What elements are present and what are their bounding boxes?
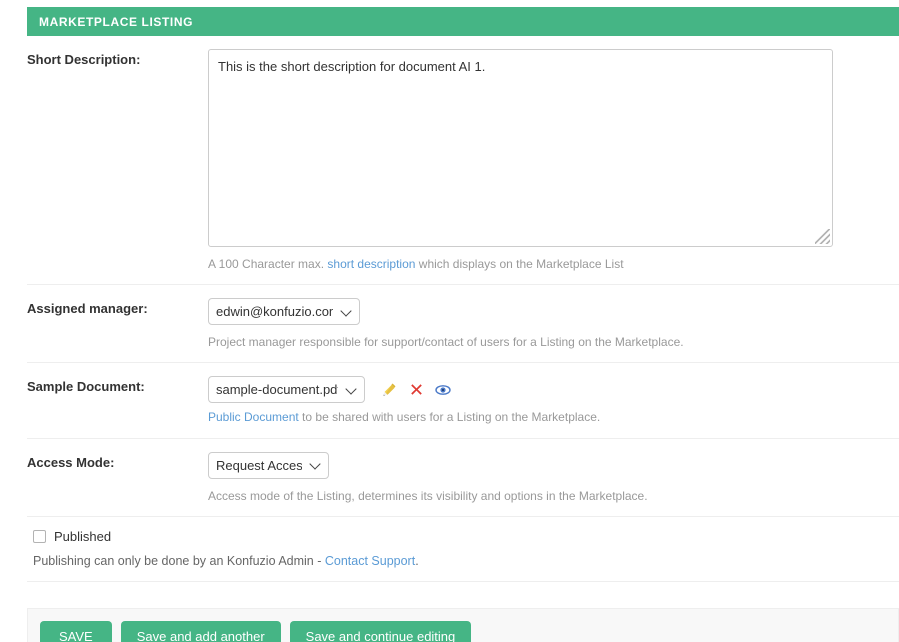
- published-checkbox[interactable]: [33, 529, 46, 543]
- form-row-assigned-manager: Assigned manager: edwin@konfuzio.com Pro…: [27, 285, 899, 364]
- short-description-value: This is the short description for docume…: [218, 59, 486, 74]
- save-and-continue-editing-button[interactable]: Save and continue editing: [289, 620, 472, 642]
- sample-document-actions: [381, 382, 451, 398]
- eye-icon[interactable]: [435, 382, 451, 398]
- textarea-resize-grip[interactable]: [815, 229, 830, 244]
- sample-document-help: Public Document to be shared with users …: [208, 409, 899, 425]
- sample-document-select[interactable]: sample-document.pdf: [208, 376, 365, 404]
- published-help: Publishing can only be done by an Konfuz…: [33, 554, 899, 568]
- contact-support-link[interactable]: Contact Support: [325, 554, 415, 568]
- save-and-add-another-button[interactable]: Save and add another: [120, 620, 281, 642]
- published-label[interactable]: Published: [54, 529, 111, 544]
- sample-document-help-suffix: to be shared with users for a Listing on…: [298, 410, 601, 425]
- short-description-input[interactable]: This is the short description for docume…: [208, 49, 833, 247]
- module-header-title: Marketplace listing: [39, 14, 194, 29]
- assigned-manager-label: Assigned manager:: [27, 301, 148, 317]
- sample-document-label: Sample Document:: [27, 379, 145, 395]
- submit-row: SAVE Save and add another Save and conti…: [27, 607, 899, 642]
- short-description-label: Short Description:: [27, 52, 141, 67]
- access-mode-select[interactable]: Request Access: [208, 451, 329, 479]
- access-mode-label: Access Mode:: [27, 454, 115, 470]
- short-description-help-prefix: A 100 Character max.: [208, 257, 328, 271]
- sample-document-help-link[interactable]: Public Document: [208, 410, 299, 424]
- module-header: Marketplace listing: [27, 7, 899, 36]
- pencil-icon[interactable]: [381, 382, 397, 398]
- short-description-help-suffix: which displays on the Marketplace List: [415, 257, 624, 271]
- assigned-manager-select[interactable]: edwin@konfuzio.com: [208, 298, 360, 326]
- access-mode-select-wrap: Request Access: [208, 451, 329, 479]
- short-description-help: A 100 Character max. short description w…: [208, 256, 899, 272]
- assigned-manager-select-wrap: edwin@konfuzio.com: [208, 298, 360, 326]
- red-x-icon[interactable]: [408, 382, 424, 398]
- published-help-prefix: Publishing can only be done by an Konfuz…: [33, 553, 325, 568]
- marketplace-listing-module: Marketplace listing Short Description: T…: [0, 7, 899, 642]
- save-button[interactable]: SAVE: [40, 620, 112, 642]
- short-description-help-link[interactable]: short description: [327, 257, 415, 271]
- access-mode-help: Access mode of the Listing, determines i…: [208, 488, 648, 503]
- form-row-access-mode: Access Mode: Request Access Access mode …: [27, 439, 899, 517]
- form-row-sample-document: Sample Document: sample-document.pdf Pub…: [27, 363, 899, 439]
- sample-document-select-wrap: sample-document.pdf: [208, 376, 365, 404]
- form-row-short-description: Short Description: This is the short des…: [27, 36, 899, 286]
- form-row-published: Published Publishing can only be done by…: [27, 517, 899, 582]
- published-help-suffix: .: [415, 553, 419, 568]
- assigned-manager-help: Project manager responsible for support/…: [208, 335, 684, 350]
